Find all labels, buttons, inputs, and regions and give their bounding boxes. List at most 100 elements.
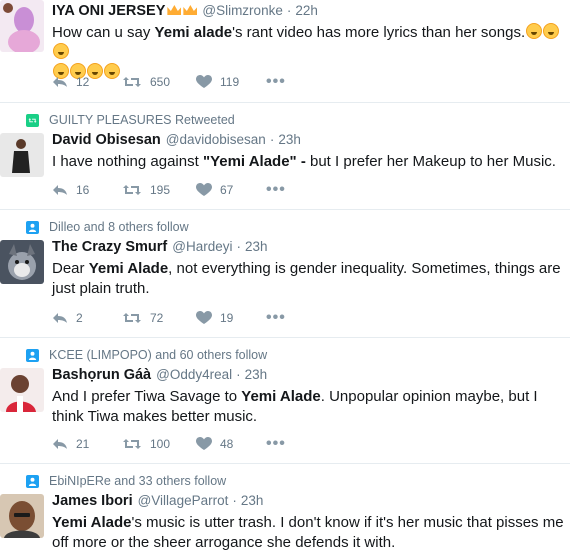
heart-icon xyxy=(196,437,212,450)
more-icon[interactable]: ••• xyxy=(266,435,286,453)
tweet-text-highlight: "Yemi Alade" - xyxy=(202,153,306,170)
retweet-icon xyxy=(123,185,141,195)
follow-context: KCEE (LIMPOPO) and 60 others follow xyxy=(26,346,267,364)
crown-emoji-icon xyxy=(167,5,182,15)
avatar[interactable] xyxy=(0,494,44,538)
retweet-count: 650 xyxy=(150,75,171,89)
separator-dot: · xyxy=(269,132,275,147)
reply-icon xyxy=(53,77,67,87)
context-text[interactable]: Dilleo and 8 others follow xyxy=(49,220,189,234)
reply-icon xyxy=(53,313,67,323)
tweet-text-part: Dear xyxy=(52,260,89,277)
avatar[interactable] xyxy=(0,133,44,177)
laughing-emoji-icon xyxy=(526,23,543,39)
tweet-text: And I prefer Tiwa Savage to Yemi Alade. … xyxy=(52,387,564,427)
tweet-3[interactable]: Dilleo and 8 others follow The Crazy Smu… xyxy=(0,210,570,338)
crown-emoji-icon xyxy=(183,5,198,15)
retweet-count: 72 xyxy=(150,311,164,325)
avatar[interactable] xyxy=(0,0,44,52)
follow-context-icon xyxy=(26,220,39,234)
display-name[interactable]: Bashọrun Gáà xyxy=(52,367,151,383)
context-text[interactable]: GUILTY PLEASURES Retweeted xyxy=(49,113,235,127)
timestamp[interactable]: 22h xyxy=(295,3,318,18)
tweet-2[interactable]: GUILTY PLEASURES Retweeted David Obisesa… xyxy=(0,103,570,210)
username[interactable]: @VillageParrot xyxy=(138,493,229,508)
timestamp[interactable]: 23h xyxy=(245,367,268,382)
laughing-emoji-icon xyxy=(53,43,69,59)
laughing-emoji-icon xyxy=(543,23,560,39)
tweet-text-highlight: Yemi Alade xyxy=(88,260,169,277)
username[interactable]: @Slimzronke xyxy=(202,3,282,18)
tweet-text: I have nothing against "Yemi Alade" - bu… xyxy=(52,152,564,172)
timestamp[interactable]: 23h xyxy=(241,493,264,508)
tweet-header: James Ibori @VillageParrot · 23h xyxy=(52,493,564,511)
retweet-button[interactable]: 100 xyxy=(122,437,196,451)
tweet-header: IYA ONI JERSEY @Slimzronke · 22h xyxy=(52,3,564,21)
reply-button[interactable]: 2 xyxy=(52,311,122,325)
more-icon[interactable]: ••• xyxy=(266,181,286,199)
display-name[interactable]: IYA ONI JERSEY xyxy=(52,3,165,19)
username[interactable]: @Hardeyi xyxy=(172,239,232,254)
tweet-text-part: I have nothing against xyxy=(52,153,203,170)
timestamp[interactable]: 23h xyxy=(245,239,268,254)
retweet-icon xyxy=(123,77,141,87)
reply-count: 2 xyxy=(76,311,83,325)
separator-dot: · xyxy=(286,3,292,18)
follow-context-icon xyxy=(26,474,39,488)
tweet-actions: 2 72 19 ••• xyxy=(52,309,286,327)
reply-button[interactable]: 21 xyxy=(52,437,122,451)
display-name[interactable]: James Ibori xyxy=(52,493,133,509)
heart-icon xyxy=(196,311,212,324)
follow-context-icon xyxy=(26,348,39,362)
reply-count: 16 xyxy=(76,183,90,197)
tweet-text-highlight: Yemi Alade xyxy=(52,514,132,531)
tweet-text-part: How can u say xyxy=(52,24,155,41)
tweet-4[interactable]: KCEE (LIMPOPO) and 60 others follow Bash… xyxy=(0,338,570,464)
avatar[interactable] xyxy=(0,240,44,284)
avatar[interactable] xyxy=(0,368,44,412)
tweet-feed: IYA ONI JERSEY @Slimzronke · 22h How can… xyxy=(0,0,570,560)
heart-icon xyxy=(196,183,212,196)
retweet-icon xyxy=(123,439,141,449)
more-icon[interactable]: ••• xyxy=(266,309,286,327)
username[interactable]: @Oddy4real xyxy=(156,367,232,382)
tweet-5[interactable]: EbiNIpERe and 33 others follow James Ibo… xyxy=(0,464,570,560)
like-count: 19 xyxy=(220,311,234,325)
like-button[interactable]: 67 xyxy=(196,183,266,197)
like-count: 119 xyxy=(220,75,240,89)
tweet-actions: 16 195 67 ••• xyxy=(52,181,286,199)
retweet-button[interactable]: 650 xyxy=(122,75,196,89)
display-name[interactable]: The Crazy Smurf xyxy=(52,239,167,255)
retweet-button[interactable]: 195 xyxy=(122,183,196,197)
heart-icon xyxy=(196,75,212,88)
username[interactable]: @davidobisesan xyxy=(166,132,266,147)
reply-count: 12 xyxy=(76,75,90,89)
like-button[interactable]: 119 xyxy=(196,75,266,89)
reply-button[interactable]: 16 xyxy=(52,183,122,197)
like-button[interactable]: 19 xyxy=(196,311,266,325)
tweet-text-part: And I prefer Tiwa Savage to xyxy=(52,388,242,405)
tweet-header: David Obisesan @davidobisesan · 23h xyxy=(52,132,564,150)
reply-icon xyxy=(53,439,67,449)
tweet-header: Bashọrun Gáà @Oddy4real · 23h xyxy=(52,367,564,385)
reply-count: 21 xyxy=(76,437,90,451)
tweet-header: The Crazy Smurf @Hardeyi · 23h xyxy=(52,239,564,257)
retweet-button[interactable]: 72 xyxy=(122,311,196,325)
display-name[interactable]: David Obisesan xyxy=(52,132,161,148)
retweet-icon xyxy=(123,313,141,323)
tweet-text-part: 's rant video has more lyrics than her s… xyxy=(232,24,526,41)
more-icon[interactable]: ••• xyxy=(266,73,286,91)
like-button[interactable]: 48 xyxy=(196,437,266,451)
like-count: 67 xyxy=(220,183,234,197)
tweet-1[interactable]: IYA ONI JERSEY @Slimzronke · 22h How can… xyxy=(0,0,570,103)
tweet-text-part: but I prefer her Makeup to her Music. xyxy=(305,153,556,170)
reply-button[interactable]: 12 xyxy=(52,75,122,89)
context-text[interactable]: KCEE (LIMPOPO) and 60 others follow xyxy=(49,348,267,362)
follow-context: Dilleo and 8 others follow xyxy=(26,218,189,236)
context-text[interactable]: EbiNIpERe and 33 others follow xyxy=(49,474,226,488)
timestamp[interactable]: 23h xyxy=(278,132,301,147)
separator-dot: · xyxy=(236,367,241,382)
tweet-text-highlight: Yemi Alade xyxy=(241,388,321,405)
retweet-count: 100 xyxy=(150,437,171,451)
like-count: 48 xyxy=(220,437,234,451)
